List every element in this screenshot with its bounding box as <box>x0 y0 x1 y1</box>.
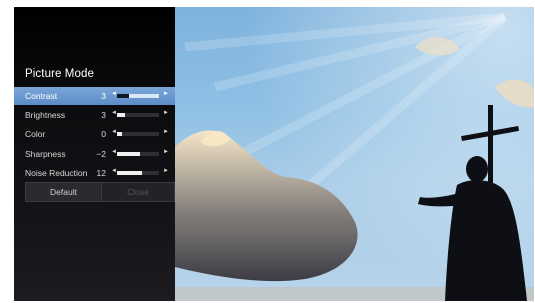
menu-row-contrast[interactable]: Contrast 3 ◄ ► <box>14 87 175 105</box>
menu-title: Picture Mode <box>25 68 94 80</box>
slider-fill <box>117 152 141 156</box>
close-button[interactable]: Close <box>101 182 175 202</box>
setting-value: 3 <box>101 110 106 120</box>
setting-label: Color <box>25 129 46 139</box>
background-photo <box>175 7 534 301</box>
slider-fill <box>117 171 143 175</box>
level-slider[interactable] <box>117 132 159 136</box>
menu-row-sharpness[interactable]: Sharpness −2 ◄ ► <box>14 145 175 163</box>
setting-value: 0 <box>101 129 106 139</box>
triangle-right-icon[interactable]: ► <box>163 149 169 155</box>
triangle-right-icon[interactable]: ► <box>163 129 169 135</box>
triangle-right-icon[interactable]: ► <box>163 110 169 116</box>
triangle-right-icon[interactable]: ► <box>163 168 169 174</box>
slider-fill <box>117 94 129 98</box>
menu-row-noise-reduction[interactable]: Noise Reduction 12 ◄ ► <box>14 164 175 182</box>
setting-value: 12 <box>96 168 106 178</box>
setting-label: Brightness <box>25 110 66 120</box>
picture-mode-menu: Picture Mode Contrast 3 ◄ ► Brightness 3… <box>14 7 175 301</box>
setting-label: Noise Reduction <box>25 168 88 178</box>
slider-fill <box>117 113 125 117</box>
tv-screen: Picture Mode Contrast 3 ◄ ► Brightness 3… <box>14 7 534 301</box>
menu-row-color[interactable]: Color 0 ◄ ► <box>14 125 175 143</box>
level-slider[interactable] <box>117 113 159 117</box>
setting-value: 3 <box>101 91 106 101</box>
setting-value: −2 <box>96 149 106 159</box>
default-button[interactable]: Default <box>25 182 102 202</box>
triangle-right-icon[interactable]: ► <box>163 91 169 97</box>
setting-label: Contrast <box>25 91 58 101</box>
setting-label: Sharpness <box>25 149 66 159</box>
level-slider[interactable] <box>117 152 159 156</box>
slider-fill <box>117 132 123 136</box>
menu-row-brightness[interactable]: Brightness 3 ◄ ► <box>14 106 175 124</box>
level-slider[interactable] <box>117 94 159 98</box>
sky-silhouette-image <box>175 7 534 301</box>
level-slider[interactable] <box>117 171 159 175</box>
